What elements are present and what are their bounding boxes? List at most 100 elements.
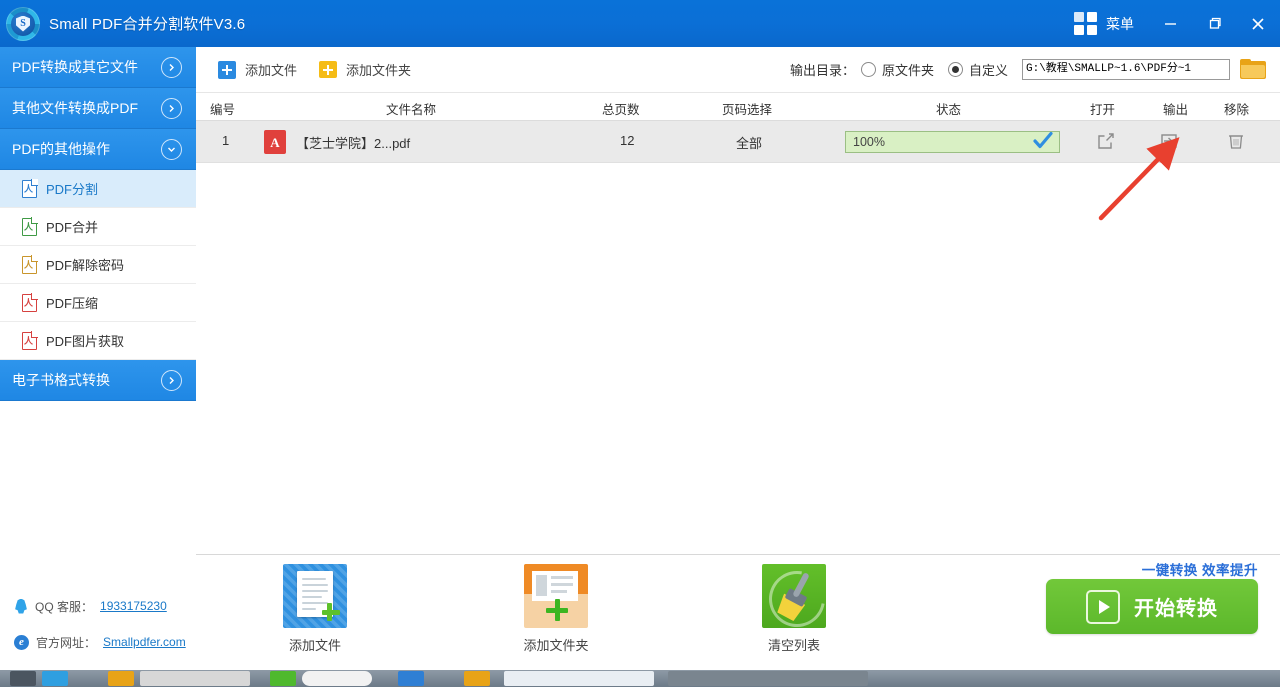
taskbar-item[interactable] [270,671,296,686]
sidebar-item-label: PDF合并 [46,220,99,235]
column-header-status: 状态 [936,103,962,117]
taskbar-item[interactable] [42,671,68,686]
cell-filename: 【芝士学院】2...pdf [296,136,411,151]
add-file-icon [218,60,236,79]
clear-list-icon [758,560,836,638]
sidebar-item-label: PDF图片获取 [46,334,125,349]
app-logo-icon: S [3,4,43,44]
output-directory-label: 输出目录： [789,63,855,78]
taskbar-item[interactable] [464,671,490,686]
bottom-clear-list-button[interactable]: 清空列表 [734,560,854,654]
column-header-filename: 文件名称 [386,103,437,117]
pdf-icon-glyph: A [270,134,280,150]
chevron-right-icon [161,369,182,391]
sidebar-group-pdf-to-other[interactable]: PDF转换成其它文件 [0,47,196,88]
cell-page-select[interactable]: 全部 [736,133,762,152]
sidebar-group-pdf-other-ops[interactable]: PDF的其他操作 [0,129,196,170]
toolbar-add-folder-button[interactable]: 添加文件夹 [319,60,411,79]
website-label: 官方网址： [36,635,97,650]
add-file-icon [283,564,347,628]
radio-source-folder[interactable]: 原文件夹 [860,60,934,79]
file-table-header: 编号 文件名称 总页数 页码选择 状态 打开 输出 移除 [196,93,1280,121]
bottom-action-bar: 添加文件 添加文件夹 清空列表 一键转换 效率提升 开始转换 [196,554,1280,660]
sidebar-item-pdf-compress[interactable]: 人 PDF压缩 [0,284,196,322]
table-row[interactable]: 1 A 【芝士学院】2...pdf 12 全部 100% [196,121,1280,163]
taskbar-item[interactable] [10,671,36,686]
close-button[interactable] [1236,0,1280,47]
browser-icon: e [14,634,29,650]
os-taskbar [0,670,1280,687]
cell-index: 1 [222,133,230,148]
title-bar-controls: 菜单 [1060,0,1280,47]
qq-support-row: QQ 客服： 1933175230 [0,588,196,624]
app-title: Small PDF合并分割软件V3.6 [49,16,246,33]
taskbar-item[interactable] [140,671,250,686]
toolbar-add-folder-label: 添加文件夹 [346,63,412,78]
open-file-button[interactable] [1096,131,1118,153]
grid-menu-icon [1074,12,1097,35]
taskbar-item[interactable] [302,671,372,686]
bottom-add-folder-label: 添加文件夹 [523,638,589,653]
chevron-right-icon [161,56,182,78]
sidebar-item-pdf-remove-password[interactable]: 人 PDF解除密码 [0,246,196,284]
file-table-body: 1 A 【芝士学院】2...pdf 12 全部 100% [196,121,1280,163]
start-convert-button[interactable]: 开始转换 [1046,579,1258,634]
restore-button[interactable] [1192,0,1236,47]
promo-text: 一键转换 效率提升 [1141,563,1258,578]
website-link[interactable]: Smallpdfer.com [103,635,186,649]
radio-source-folder-label: 原文件夹 [881,63,934,78]
browse-folder-button[interactable] [1240,58,1266,81]
status-progress-text: 100% [853,135,885,149]
sidebar-item-pdf-merge[interactable]: 人 PDF合并 [0,208,196,246]
add-folder-icon [524,564,588,628]
output-file-button[interactable] [1159,131,1181,153]
pdf-file-icon: 人 [22,178,38,198]
sidebar-item-label: PDF分割 [46,182,99,197]
sidebar-item-pdf-extract-images[interactable]: 人 PDF图片获取 [0,322,196,360]
qq-support-number[interactable]: 1933175230 [100,599,167,613]
sidebar-group-ebook-convert[interactable]: 电子书格式转换 [0,360,196,401]
pdf-file-icon: 人 [22,254,38,274]
sidebar-item-label: PDF压缩 [46,296,99,311]
cell-pages: 12 [620,133,635,148]
sidebar-group-label: 电子书格式转换 [12,372,110,388]
taskbar-item-active[interactable] [504,671,654,686]
qq-penguin-icon [15,598,27,614]
title-bar: S Small PDF合并分割软件V3.6 菜单 [0,0,1280,47]
sidebar-group-label: 其他文件转换成PDF [12,100,138,116]
taskbar-item[interactable] [668,671,868,686]
bottom-add-file-button[interactable]: 添加文件 [255,564,375,654]
remove-file-button[interactable] [1226,131,1248,153]
output-path-input[interactable]: G:\教程\SMALLP~1.6\PDF分~1 [1022,59,1230,80]
radio-custom-folder[interactable]: 自定义 [947,60,1008,79]
sidebar-group-other-to-pdf[interactable]: 其他文件转换成PDF [0,88,196,129]
column-header-pages: 总页数 [602,103,640,117]
minimize-button[interactable] [1148,0,1192,47]
taskbar-item[interactable] [398,671,424,686]
play-icon [1086,589,1120,624]
menu-button-label: 菜单 [1106,15,1134,32]
sidebar-group-label: PDF的其他操作 [12,141,110,157]
chevron-right-icon [161,97,182,119]
menu-button[interactable]: 菜单 [1060,0,1148,47]
radio-custom-folder-circle [947,62,963,77]
bottom-add-file-label: 添加文件 [288,638,341,653]
sidebar-group-label: PDF转换成其它文件 [12,59,138,75]
bottom-add-folder-button[interactable]: 添加文件夹 [496,564,616,654]
logo-letter: S [16,15,30,32]
website-row: e 官方网址： Smallpdfer.com [0,624,196,660]
bottom-clear-list-label: 清空列表 [767,638,820,653]
start-convert-label: 开始转换 [1134,598,1218,620]
success-check-icon [1033,131,1053,152]
status-progress-bar: 100% [845,131,1060,153]
pdf-file-icon: 人 [22,330,38,350]
sidebar-item-pdf-split[interactable]: 人 PDF分割 [0,170,196,208]
pdf-file-icon: 人 [22,292,38,312]
chevron-down-icon [161,138,182,160]
column-header-remove: 移除 [1224,103,1250,117]
pdf-file-icon: 人 [22,216,38,236]
taskbar-item[interactable] [108,671,134,686]
toolbar-add-file-button[interactable]: 添加文件 [218,60,297,79]
toolbar-add-file-label: 添加文件 [245,63,298,78]
pdf-document-icon: A [264,130,286,154]
